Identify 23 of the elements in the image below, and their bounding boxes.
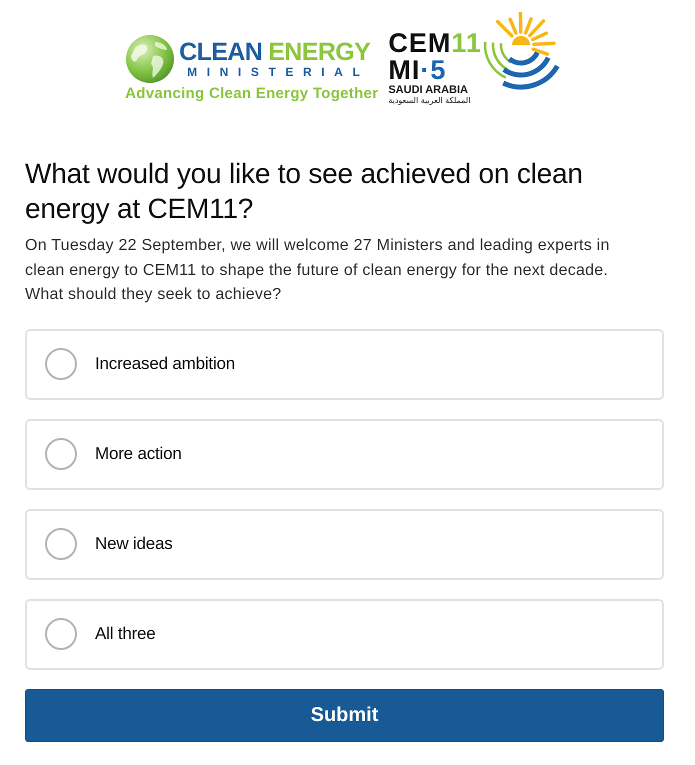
answer-option[interactable]: New ideas [25,508,664,580]
radio-button[interactable] [45,528,77,560]
option-label: New ideas [95,534,173,554]
event-country: SAUDI ARABIA [388,84,468,96]
radio-button[interactable] [45,348,77,380]
answer-option[interactable]: Increased ambition [25,328,664,400]
logo-title: CLEAN ENERGY [179,39,370,65]
answer-option[interactable]: More action [25,418,664,490]
answer-option[interactable]: All three [25,598,664,670]
event-country-arabic: المملكة العربية السعودية [388,96,470,106]
event-name: CEM11 [388,30,482,57]
event-edition: MI·5 [388,57,446,84]
option-label: All three [95,624,156,644]
question-description: On Tuesday 22 September, we will welcome 27 Ministers and leading experts in clean energy to CEM11 to shape the future of clean energy for the next decade. What should they seek to achieve? [25,236,611,305]
submit-button[interactable]: Submit [25,688,664,742]
logo-tagline: Advancing Clean Energy Together [125,85,378,103]
option-label: More action [95,444,182,464]
logo-subtitle: MINISTERIAL [187,65,370,79]
radio-button[interactable] [45,438,77,470]
option-label: Increased ambition [95,354,236,374]
radio-button[interactable] [45,618,77,650]
globe-icon [125,34,176,84]
question-title: What would you like to see achieved on clean energy at CEM11? [25,157,584,226]
